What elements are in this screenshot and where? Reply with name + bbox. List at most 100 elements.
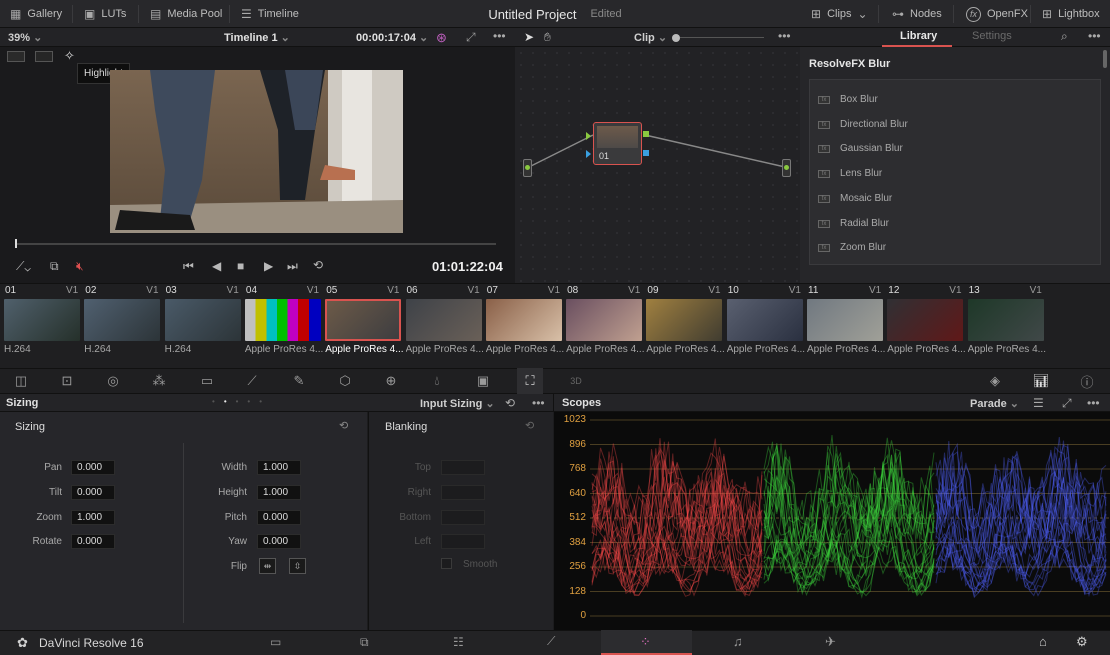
smooth-checkbox[interactable]: [441, 558, 452, 569]
fusion-page-icon[interactable]: ⟋: [547, 634, 555, 649]
mute-icon[interactable]: 🔇︎: [76, 259, 84, 274]
scopes-icon[interactable]: 📊︎: [1028, 368, 1054, 394]
highlight-wand-icon[interactable]: ✧: [64, 48, 75, 64]
library-scrollbar[interactable]: [1103, 50, 1107, 68]
clip-thumbnail[interactable]: [485, 299, 562, 341]
qualifier-icon[interactable]: ✎: [286, 368, 312, 394]
zoom-dropdown[interactable]: 39% ⌄: [8, 31, 42, 44]
camera-raw-icon[interactable]: ◫: [8, 368, 34, 394]
color-match-icon[interactable]: ⊡: [54, 368, 80, 394]
fx-item-radial-blur[interactable]: fx Radial Blur: [818, 218, 889, 229]
clip-thumbnail[interactable]: [807, 299, 883, 341]
scope-settings-icon[interactable]: ☰: [1033, 396, 1044, 410]
loop-icon[interactable]: ⟲: [313, 258, 323, 272]
search-icon[interactable]: ⌕: [1061, 29, 1068, 44]
scrubber-track[interactable]: [15, 243, 496, 245]
scope-mode-dropdown[interactable]: Parade ⌄: [970, 397, 1019, 410]
color-picker-icon[interactable]: ⊛: [436, 30, 447, 46]
fx-item-directional-blur[interactable]: fx Directional Blur: [818, 119, 908, 130]
curves-icon[interactable]: ⟋: [239, 368, 265, 394]
clip-thumbnail[interactable]: [244, 299, 321, 341]
keyframes-icon[interactable]: ◈: [982, 368, 1008, 394]
edit-page-icon[interactable]: ☷: [453, 635, 464, 649]
node-mode-dropdown[interactable]: Clip ⌄: [634, 31, 667, 44]
fairlight-page-icon[interactable]: ♫: [733, 634, 743, 649]
media-pool-button[interactable]: ▤ Media Pool: [142, 0, 230, 28]
page-dots[interactable]: •••••: [212, 397, 271, 406]
settings-tab[interactable]: Settings: [972, 30, 1012, 42]
height-field[interactable]: 1.000: [257, 485, 301, 500]
fx-item-zoom-blur[interactable]: fx Zoom Blur: [818, 242, 886, 253]
split-view-icon[interactable]: [35, 51, 53, 62]
top-field[interactable]: [441, 460, 485, 475]
node-zoom-handle[interactable]: [672, 34, 680, 42]
clip-thumbnail[interactable]: [164, 299, 241, 341]
sizing-icon[interactable]: ⛶: [517, 368, 543, 394]
window-icon[interactable]: ⬡: [332, 368, 358, 394]
go-to-start-icon[interactable]: ⏮: [183, 259, 194, 274]
settings-gear-icon[interactable]: ⚙︎: [1076, 634, 1088, 650]
key-icon[interactable]: ▣: [470, 368, 496, 394]
play-icon[interactable]: ▶: [264, 259, 273, 273]
playhead[interactable]: [15, 239, 17, 248]
hand-tool-icon[interactable]: ✋︎: [544, 30, 551, 45]
layers-icon[interactable]: ⧉: [50, 259, 59, 274]
scope-more-icon[interactable]: •••: [1087, 396, 1100, 410]
clips-button[interactable]: ⊞ Clips ⌄: [803, 0, 876, 28]
clip-thumbnail[interactable]: [726, 299, 803, 341]
right-field[interactable]: [441, 485, 485, 500]
motion-effects-icon[interactable]: ▭: [194, 368, 220, 394]
more-options-icon[interactable]: •••: [493, 29, 506, 43]
pitch-field[interactable]: 0.000: [257, 510, 301, 525]
clip-thumbnail[interactable]: [646, 299, 723, 341]
tilt-field[interactable]: 0.000: [71, 485, 115, 500]
node-more-icon[interactable]: •••: [778, 29, 791, 43]
sizing-more-icon[interactable]: •••: [532, 396, 545, 410]
blur-icon[interactable]: 💧︎: [424, 368, 450, 394]
library-more-icon[interactable]: •••: [1088, 29, 1101, 43]
cut-page-icon[interactable]: ⧉: [360, 635, 369, 650]
lightbox-button[interactable]: ⊞ Lightbox: [1034, 0, 1108, 28]
clip-thumbnail[interactable]: [566, 299, 643, 341]
flip-vertical-icon[interactable]: ⇳: [289, 558, 306, 574]
pointer-tool-icon[interactable]: ➤: [524, 30, 534, 44]
rgb-mixer-icon[interactable]: ⁂: [146, 368, 172, 394]
bottom-field[interactable]: [441, 510, 485, 525]
eyedropper-icon[interactable]: ⟋⌄: [16, 259, 31, 274]
fx-item-box-blur[interactable]: fx Box Blur: [818, 94, 878, 105]
node-zoom-slider[interactable]: [680, 37, 764, 38]
clip-thumbnail[interactable]: [887, 299, 964, 341]
timecode-dropdown[interactable]: 00:00:17:04 ⌄: [356, 31, 428, 44]
flip-horizontal-icon[interactable]: ⇹: [259, 558, 276, 574]
clip-thumbnail[interactable]: [405, 299, 482, 341]
timeline-button[interactable]: ☰ Timeline: [233, 0, 307, 28]
tracker-icon[interactable]: ⊕: [378, 368, 404, 394]
color-page-icon[interactable]: ⁘: [640, 634, 651, 650]
media-page-icon[interactable]: ▭: [270, 635, 281, 649]
gallery-button[interactable]: ▦ Gallery: [2, 0, 70, 28]
luts-button[interactable]: ▣ LUTs: [76, 0, 134, 28]
single-view-icon[interactable]: [7, 51, 25, 62]
openfx-button[interactable]: fx OpenFX: [958, 0, 1036, 28]
go-to-end-icon[interactable]: ⏭: [287, 259, 298, 274]
fullscreen-icon[interactable]: ⤢: [466, 30, 476, 45]
node-output[interactable]: [782, 159, 791, 177]
color-wheels-icon[interactable]: ◎: [100, 368, 126, 394]
library-tab[interactable]: Library: [900, 30, 937, 42]
stop-icon[interactable]: ■: [237, 259, 244, 273]
nodes-button[interactable]: ⊶ Nodes: [884, 0, 950, 28]
3d-icon[interactable]: 3D: [563, 368, 589, 394]
clip-thumbnail[interactable]: [967, 299, 1044, 341]
timeline-dropdown[interactable]: Timeline 1 ⌄: [224, 31, 290, 44]
fx-item-lens-blur[interactable]: fx Lens Blur: [818, 168, 882, 179]
step-back-icon[interactable]: ◀: [212, 259, 221, 273]
sizing-reset-icon[interactable]: ⟲: [339, 419, 348, 432]
width-field[interactable]: 1.000: [257, 460, 301, 475]
deliver-page-icon[interactable]: ✈︎: [825, 634, 836, 650]
left-field[interactable]: [441, 534, 485, 549]
sizing-mode-dropdown[interactable]: Input Sizing ⌄: [420, 397, 495, 410]
clip-thumbnail[interactable]: [84, 299, 161, 341]
reset-icon[interactable]: ⟲: [505, 396, 515, 410]
zoom-field[interactable]: 1.000: [71, 510, 115, 525]
home-icon[interactable]: ⌂: [1039, 634, 1047, 649]
